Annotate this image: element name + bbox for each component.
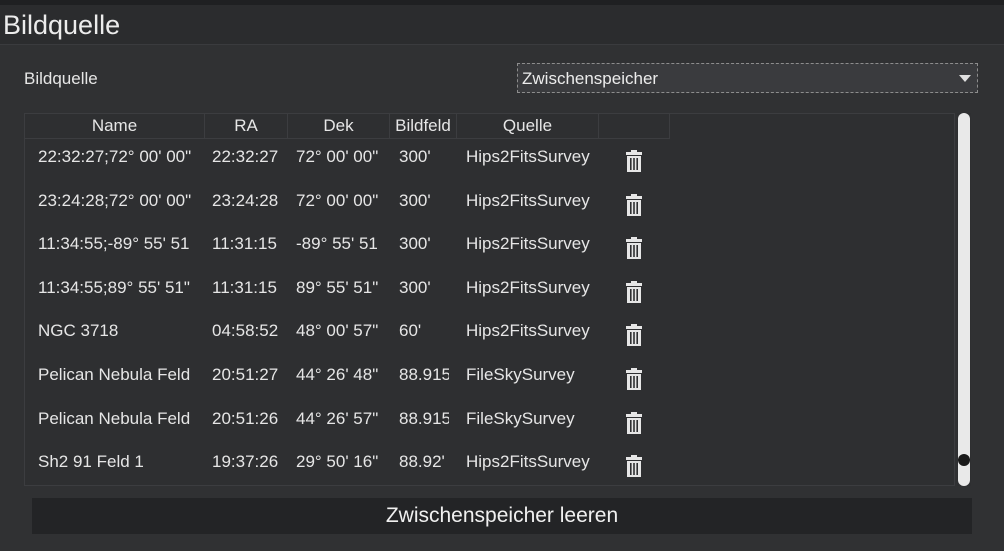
cell-dek: 48° 00' 57" <box>296 321 379 341</box>
column-header-actions <box>599 114 670 138</box>
cell-name: Pelican Nebula Feld <box>38 408 191 428</box>
cell-ra: 11:31:15 <box>212 234 277 254</box>
column-header-quelle[interactable]: Quelle <box>457 114 599 138</box>
table-header: Name RA Dek Bildfeld Quelle <box>25 114 670 139</box>
clear-cache-button[interactable]: Zwischenspeicher leeren <box>32 498 972 534</box>
table-row[interactable]: Pelican Nebula Feld 20:51:27 44° 26' 48" 88… <box>25 360 954 403</box>
scrollbar-track[interactable] <box>958 113 970 486</box>
cell-quelle: Hips2FitsSurvey <box>466 147 590 166</box>
table-scrollbar[interactable] <box>957 113 971 486</box>
trash-icon[interactable] <box>626 150 642 172</box>
cell-dek: 29° 50' 16" <box>296 452 379 472</box>
column-header-ra[interactable]: RA <box>205 114 288 138</box>
cell-name: 23:24:28;72° 00' 00" <box>38 190 192 210</box>
source-label: Bildquelle <box>24 69 98 88</box>
cell-quelle: Hips2FitsSurvey <box>466 234 590 254</box>
trash-icon[interactable] <box>626 324 642 347</box>
cell-bildfeld: 300' <box>399 190 431 210</box>
trash-icon[interactable] <box>626 280 642 303</box>
column-header-dek[interactable]: Dek <box>288 114 390 138</box>
cell-bildfeld: 300' <box>399 277 431 297</box>
table-row[interactable]: Sh2 91 Feld 1 19:37:26 29° 50' 16" 88.92' Hi… <box>25 447 954 485</box>
cell-quelle: Hips2FitsSurvey <box>466 277 590 297</box>
trash-icon[interactable] <box>626 411 642 434</box>
cell-dek: 44° 26' 57" <box>296 408 379 428</box>
cell-bildfeld: 60' <box>399 321 422 341</box>
cell-name: 22:32:27;72° 00' 00" <box>38 147 192 166</box>
cell-dek: 44° 26' 48" <box>296 365 379 384</box>
cell-name: 11:34:55;89° 55' 51" <box>38 277 190 297</box>
cell-bildfeld: 88.915 <box>399 408 449 428</box>
column-header-bildfeld[interactable]: Bildfeld <box>390 114 457 138</box>
cell-bildfeld: 88.915 <box>399 365 449 384</box>
trash-icon[interactable] <box>626 455 642 478</box>
table-row[interactable]: NGC 3718 04:58:52 48° 00' 57" 60' Hips2FitsS… <box>25 316 954 359</box>
cell-dek: 72° 00' 00" <box>296 190 379 210</box>
table-row[interactable]: 22:32:27;72° 00' 00" 22:32:27 72° 00' 00" 3… <box>25 142 954 185</box>
cell-quelle: FileSkySurvey <box>466 365 575 384</box>
scrollbar-thumb[interactable] <box>958 454 970 466</box>
cell-ra: 20:51:26 <box>212 408 279 428</box>
table-row[interactable]: Pelican Nebula Feld 20:51:26 44° 26' 57" 88… <box>25 404 954 447</box>
table-row[interactable]: 11:34:55;89° 55' 51" 11:31:15 89° 55' 51" 3… <box>25 273 954 316</box>
cell-quelle: FileSkySurvey <box>466 408 575 428</box>
cell-ra: 22:32:27 <box>212 147 279 166</box>
cell-name: Sh2 91 Feld 1 <box>38 452 144 472</box>
cell-name: NGC 3718 <box>38 321 119 341</box>
cell-bildfeld: 300' <box>399 147 431 166</box>
cell-ra: 11:31:15 <box>212 277 277 297</box>
cell-name: Pelican Nebula Feld <box>38 365 191 384</box>
chevron-down-icon <box>959 75 971 82</box>
cell-name: 11:34:55;-89° 55' 51 <box>38 234 190 254</box>
cell-dek: -89° 55' 51 <box>296 234 378 254</box>
cell-dek: 72° 00' 00" <box>296 147 379 166</box>
source-select[interactable]: Zwischenspeicher <box>517 63 978 93</box>
cell-quelle: Hips2FitsSurvey <box>466 190 590 210</box>
table-row[interactable]: 23:24:28;72° 00' 00" 23:24:28 72° 00' 00" 3… <box>25 186 954 229</box>
table-row[interactable]: 11:34:55;-89° 55' 51 11:31:15 -89° 55' 51 3… <box>25 229 954 272</box>
cell-ra: 20:51:27 <box>212 365 279 384</box>
column-header-name[interactable]: Name <box>25 114 205 138</box>
trash-icon[interactable] <box>626 237 642 260</box>
trash-icon[interactable] <box>626 193 642 216</box>
cell-dek: 89° 55' 51" <box>296 277 379 297</box>
trash-icon[interactable] <box>626 368 642 390</box>
cell-ra: 23:24:28 <box>212 190 279 210</box>
panel-title: Bildquelle <box>3 10 121 40</box>
cache-table: Name RA Dek Bildfeld Quelle 22:32:27;72°… <box>24 113 955 486</box>
cell-quelle: Hips2FitsSurvey <box>466 452 590 472</box>
cell-quelle: Hips2FitsSurvey <box>466 321 590 341</box>
cell-ra: 19:37:26 <box>212 452 279 472</box>
cell-bildfeld: 300' <box>399 234 431 254</box>
cell-ra: 04:58:52 <box>212 321 279 341</box>
cell-bildfeld: 88.92' <box>399 452 445 472</box>
source-select-value: Zwischenspeicher <box>522 69 659 88</box>
panel-header: Bildquelle <box>0 5 1004 45</box>
